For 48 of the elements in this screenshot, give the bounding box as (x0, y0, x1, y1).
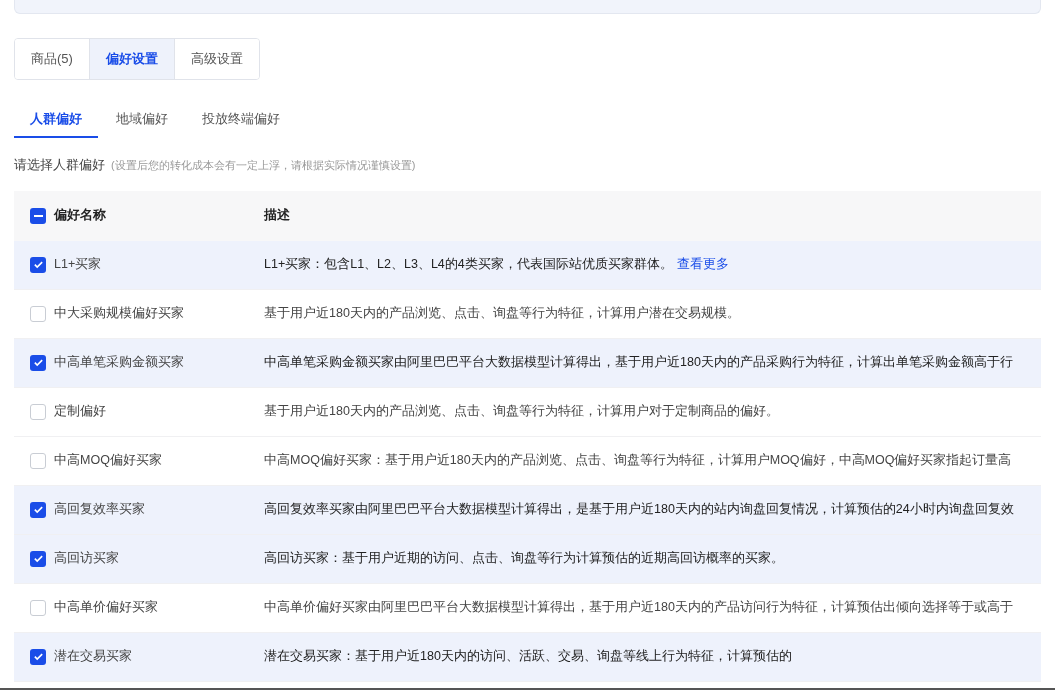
prompt-label: 请选择人群偏好 (14, 157, 105, 174)
description-text: 潜在交易买家：基于用户近180天内的访问、活跃、交易、询盘等线上行为特征，计算预估的 (264, 648, 792, 666)
check-icon (32, 259, 44, 271)
checkbox[interactable] (30, 403, 46, 420)
column-header: 偏好名称 (54, 207, 106, 225)
description-text: 基于用户近180天内的产品浏览、点击、询盘等行为特征，计算用户潜在交易规模。 (264, 305, 740, 323)
table-row[interactable]: 中高单笔采购金额买家 中高单笔采购金额买家由阿里巴巴平台大数据模型计算得出，基于用户近180天内的产品采购行为特征，计算出单笔采购金额高于行 (14, 338, 1041, 388)
checkbox[interactable] (30, 256, 46, 273)
description-text: 中高MOQ偏好买家：基于用户近180天内的产品浏览、点击、询盘等行为特征，计算用户MOQ偏好，中高MOQ偏好买家指起订量高 (264, 452, 1012, 470)
checkbox[interactable] (30, 501, 46, 518)
checkbox[interactable] (30, 207, 46, 224)
preference-name: 中高MOQ偏好买家 (54, 452, 162, 470)
hint-text: (设置后您的转化成本会有一定上浮，请根据实际情况谨慎设置) (111, 158, 416, 173)
preference-name: L1+买家 (54, 256, 102, 274)
table-row[interactable]: 潜在交易买家 潜在交易买家：基于用户近180天内的访问、活跃、交易、询盘等线上行为特征，计算预估的 (14, 632, 1041, 682)
description-text: 基于用户近180天内的产品浏览、点击、询盘等行为特征，计算用户对于定制商品的偏好。 (264, 403, 779, 421)
preference-name: 中高单价偏好买家 (54, 599, 158, 617)
check-icon (32, 357, 44, 369)
preference-name: 定制偏好 (54, 403, 106, 421)
segment-tab[interactable]: 偏好设置 (88, 39, 174, 79)
table-row[interactable]: 高回访买家 高回访买家：基于用户近期的访问、点击、询盘等行为计算预估的近期高回访概率的买家。 (14, 534, 1041, 584)
check-icon (32, 504, 44, 516)
preference-name: 高回访买家 (54, 550, 119, 568)
preference-name: 高回复效率买家 (54, 501, 145, 519)
check-icon (32, 651, 44, 663)
description-text: 高回复效率买家由阿里巴巴平台大数据模型计算得出，是基于用户近180天内的站内询盘回复情况，计算预估的24小时内询盘回复效 (264, 501, 1014, 519)
checkbox[interactable] (30, 452, 46, 469)
table-row[interactable]: 高回复效率买家 高回复效率买家由阿里巴巴平台大数据模型计算得出，是基于用户近180天内的站内询盘回复情况，计算预估的24小时内询盘回复效 (14, 485, 1041, 535)
checkbox[interactable] (30, 648, 46, 665)
column-header: 描述 (263, 207, 290, 225)
preference-name: 中高单笔采购金额买家 (54, 354, 184, 372)
description-text: 中高单价偏好买家由阿里巴巴平台大数据模型计算得出，基于用户近180天内的产品访问行为特征，计算预估出倾向选择等于或高于 (264, 599, 1013, 617)
check-icon (32, 553, 44, 565)
sub-tab[interactable]: 投放终端偏好 (186, 102, 296, 138)
checkbox[interactable] (30, 305, 46, 322)
sub-tab[interactable]: 地域偏好 (100, 102, 184, 138)
view-more-link[interactable]: 查看更多 (676, 255, 729, 275)
checkbox[interactable] (30, 550, 46, 567)
sub-tab[interactable]: 人群偏好 (14, 102, 98, 138)
segment-tab[interactable]: 高级设置 (173, 39, 259, 79)
preference-name: 潜在交易买家 (54, 648, 132, 666)
description-text: 中高单笔采购金额买家由阿里巴巴平台大数据模型计算得出，基于用户近180天内的产品采购行为特征，计算出单笔采购金额高于行 (264, 354, 1013, 372)
checkbox[interactable] (30, 599, 46, 616)
checkbox[interactable] (30, 354, 46, 371)
description-text: 高回访买家：基于用户近期的访问、点击、询盘等行为计算预估的近期高回访概率的买家。 (264, 550, 784, 568)
preference-name: 中大采购规模偏好买家 (54, 305, 184, 323)
description-text: L1+买家：包含L1、L2、L3、L4的4类买家，代表国际站优质买家群体。 (264, 256, 673, 274)
table-row[interactable]: L1+买家 L1+买家：包含L1、L2、L3、L4的4类买家，代表国际站优质买家群体。 查看更多 (14, 240, 1041, 290)
